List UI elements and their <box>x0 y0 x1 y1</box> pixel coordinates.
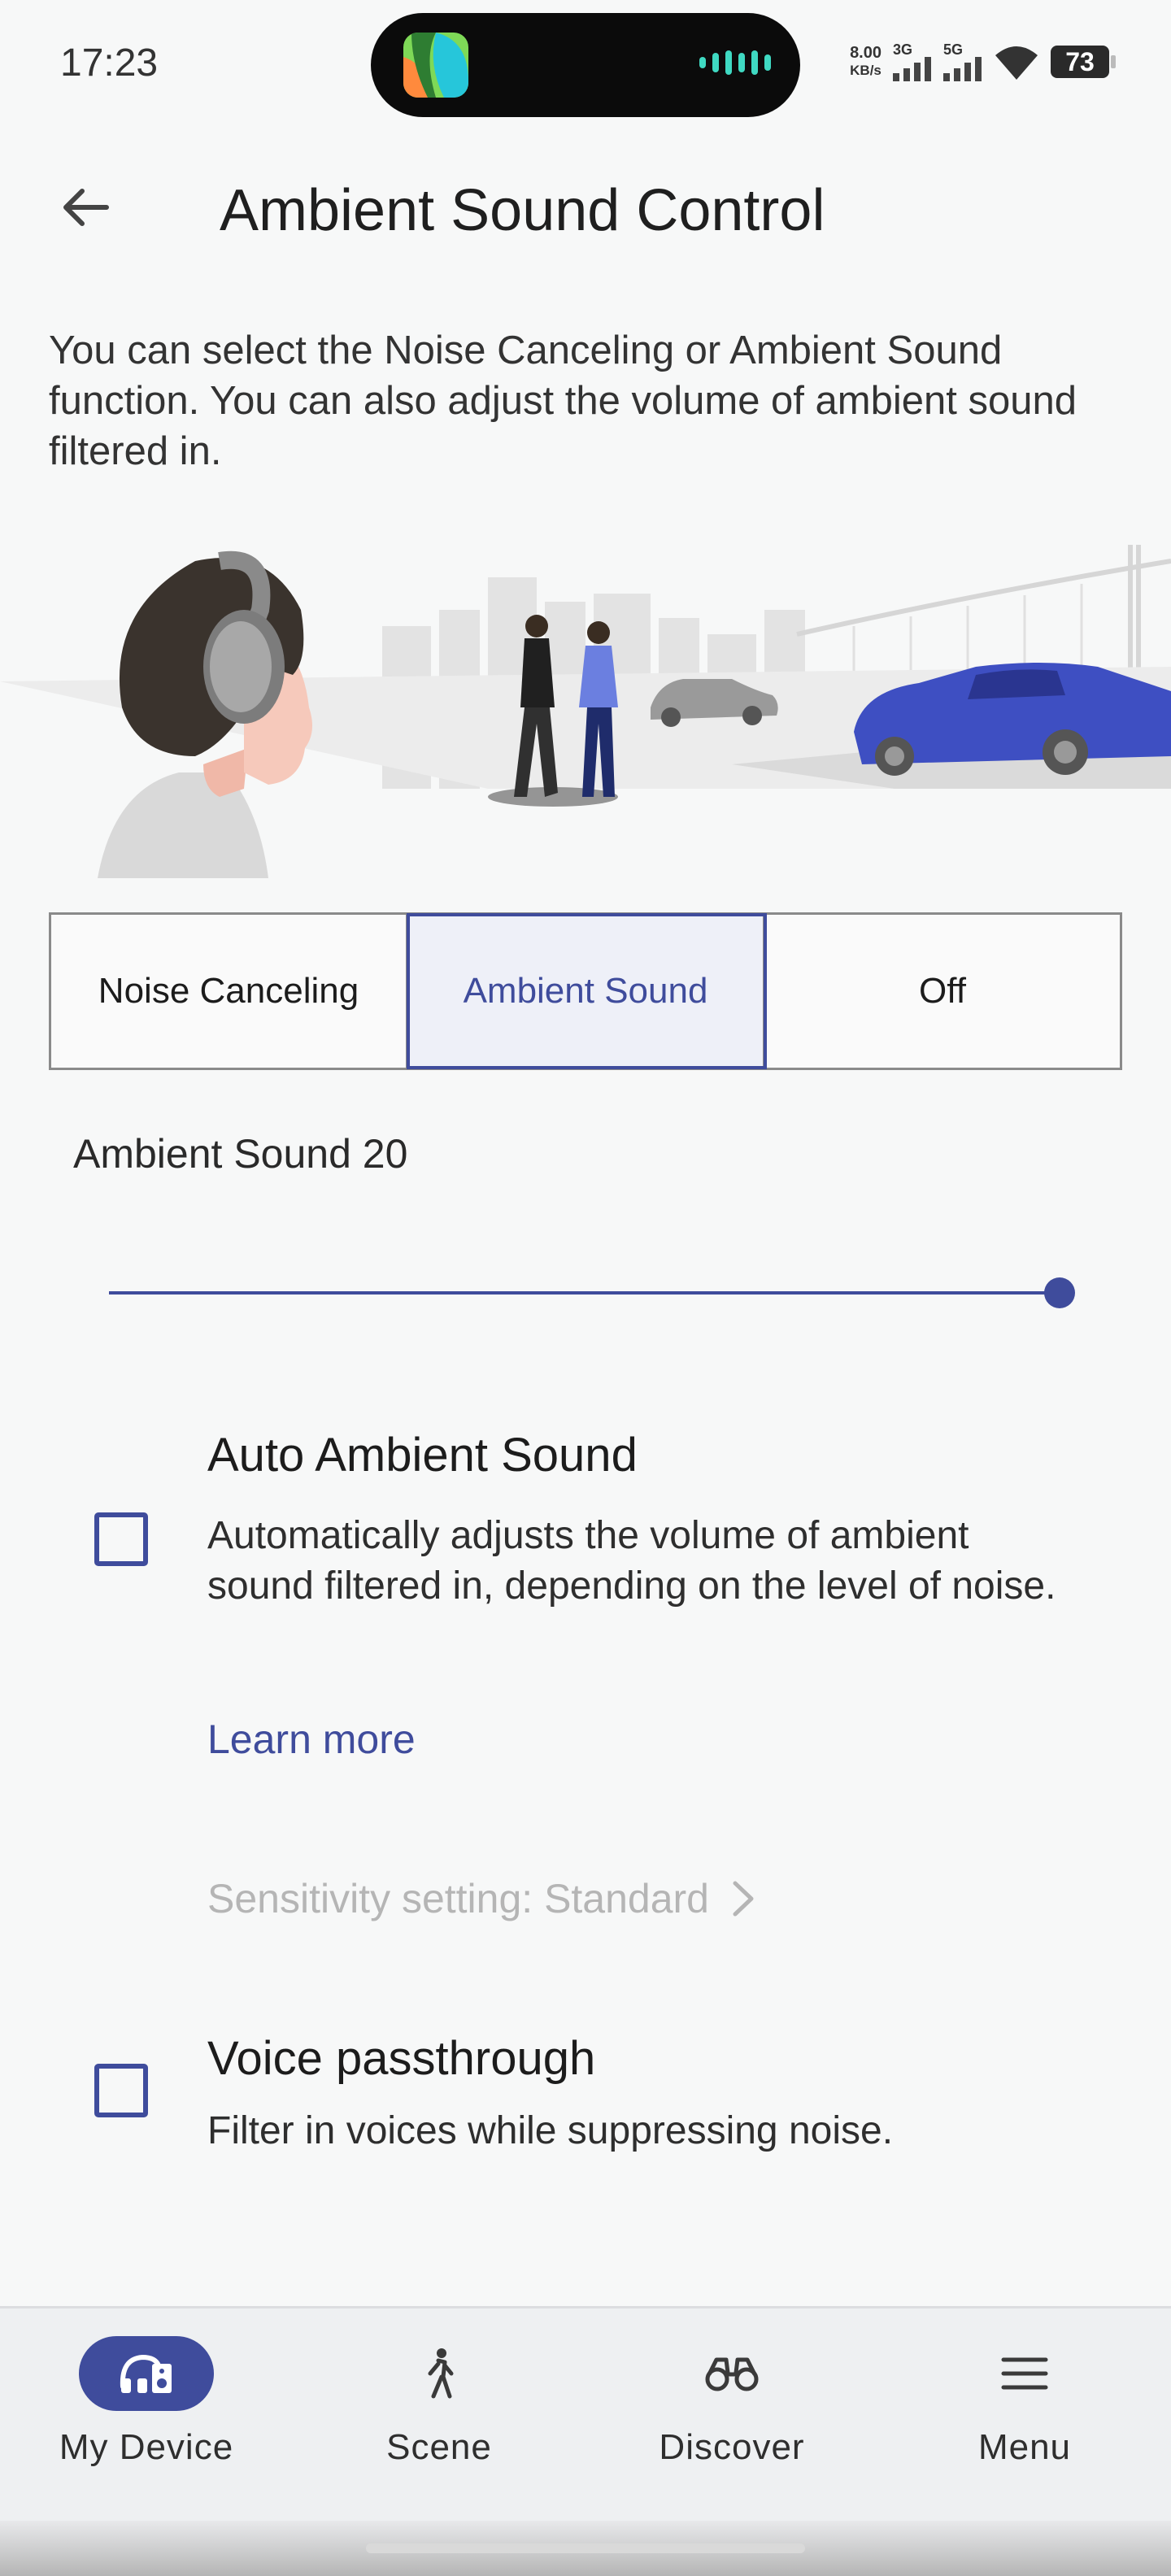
nav-menu[interactable]: Menu <box>878 2308 1171 2520</box>
nav-menu-label: Menu <box>977 2427 1072 2467</box>
back-button[interactable] <box>49 171 122 244</box>
chevron-right-icon <box>733 1881 754 1917</box>
auto-ambient-title: Auto Ambient Sound <box>207 1429 638 1482</box>
ambient-level-slider[interactable] <box>109 1268 1077 1317</box>
nav-scene-label: Scene <box>386 2427 492 2467</box>
nav-discover-label: Discover <box>659 2427 805 2467</box>
mode-selector: Noise Canceling Ambient Sound Off <box>49 912 1122 1070</box>
ambient-level-label: Ambient Sound 20 <box>73 1131 408 1177</box>
dynamic-island[interactable] <box>371 13 800 117</box>
status-icons: 8.00 KB/s 3G 5G 73 <box>850 42 1116 81</box>
home-indicator[interactable] <box>366 2543 805 2553</box>
learn-more-link[interactable]: Learn more <box>207 1716 416 1763</box>
hamburger-menu-icon <box>1001 2357 1048 2390</box>
mode-off[interactable]: Off <box>765 915 1120 1068</box>
island-app-icon <box>403 33 468 98</box>
sensitivity-setting[interactable]: Sensitivity setting: Standard <box>207 1875 758 1922</box>
nav-scene-icon-wrap <box>372 2336 507 2411</box>
nav-my-device-icon-wrap <box>79 2336 214 2411</box>
nav-scene[interactable]: Scene <box>293 2308 586 2520</box>
wifi-icon <box>995 46 1038 80</box>
slider-thumb[interactable] <box>1044 1277 1075 1308</box>
slider-track[interactable] <box>109 1291 1052 1295</box>
ambient-sound-illustration <box>0 545 1171 878</box>
auto-ambient-description: Automatically adjusts the volume of ambi… <box>207 1514 1056 1608</box>
voice-passthrough-description: Filter in voices while suppressing noise… <box>207 2109 894 2152</box>
status-bar: 17:23 8.00 KB/s 3G 5G 73 <box>0 0 1171 130</box>
audio-wave-icon <box>699 50 771 75</box>
walking-person-icon <box>428 2348 454 2399</box>
net-speed: 8.00 KB/s <box>850 44 882 78</box>
mode-noise-canceling[interactable]: Noise Canceling <box>51 915 408 1068</box>
nav-discover-icon-wrap <box>664 2336 799 2411</box>
sensitivity-label: Sensitivity setting: Standard <box>207 1876 709 1921</box>
signal-5g-icon: 5G <box>943 42 982 81</box>
page-title: Ambient Sound Control <box>220 178 825 243</box>
status-time: 17:23 <box>60 41 159 85</box>
page-description: You can select the Noise Canceling or Am… <box>49 329 1077 473</box>
binoculars-icon <box>705 2357 759 2391</box>
voice-passthrough-title: Voice passthrough <box>207 2032 596 2085</box>
battery-icon: 73 <box>1051 46 1116 78</box>
headphones-device-icon <box>120 2354 172 2393</box>
auto-ambient-checkbox[interactable] <box>94 1512 148 1566</box>
nav-discover[interactable]: Discover <box>586 2308 878 2520</box>
mode-ambient-sound[interactable]: Ambient Sound <box>407 913 767 1069</box>
nav-menu-icon-wrap <box>957 2336 1092 2411</box>
arrow-left-icon <box>63 189 109 226</box>
voice-passthrough-checkbox[interactable] <box>94 2064 148 2117</box>
nav-my-device[interactable]: My Device <box>0 2308 293 2520</box>
signal-3g-icon: 3G <box>893 42 932 81</box>
nav-my-device-label: My Device <box>59 2427 234 2467</box>
